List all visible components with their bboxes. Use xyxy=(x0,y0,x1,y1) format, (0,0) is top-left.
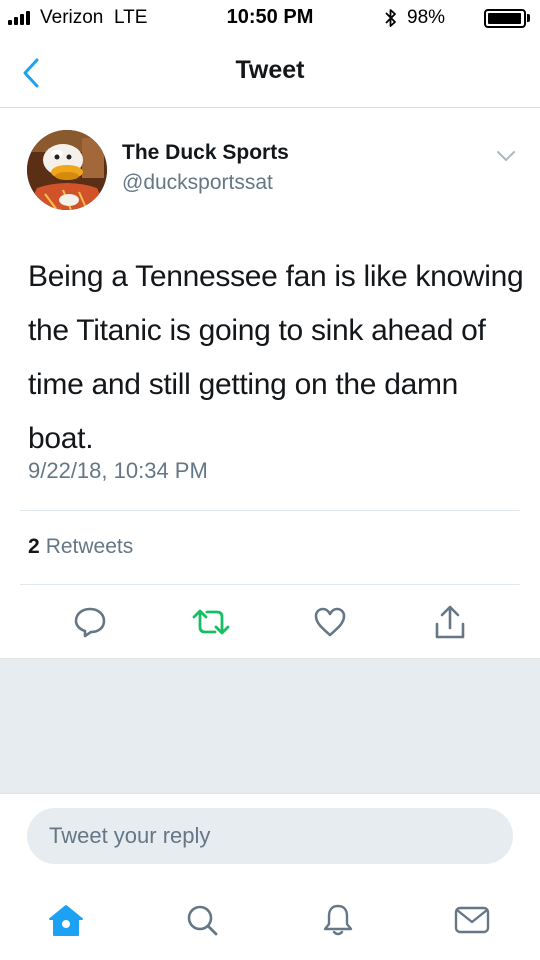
reply-icon xyxy=(74,607,106,638)
tab-home[interactable] xyxy=(42,896,90,944)
search-icon xyxy=(187,905,218,936)
divider xyxy=(20,584,520,585)
tweet-action-bar xyxy=(0,600,540,650)
duck-avatar-image xyxy=(27,130,107,210)
tab-search[interactable] xyxy=(178,896,226,944)
reply-button[interactable] xyxy=(68,600,112,644)
share-button[interactable] xyxy=(428,600,472,644)
reply-input[interactable]: Tweet your reply xyxy=(27,808,513,864)
share-icon xyxy=(435,605,465,639)
like-button[interactable] xyxy=(308,600,352,644)
retweet-label: Retweets xyxy=(45,535,134,558)
more-options-button[interactable] xyxy=(494,146,518,166)
tweet-text: Being a Tennessee fan is like knowing th… xyxy=(28,260,524,455)
bottom-tab-bar xyxy=(0,880,540,960)
reply-placeholder: Tweet your reply xyxy=(49,823,211,848)
heart-icon xyxy=(314,607,346,637)
battery-icon xyxy=(484,9,526,28)
divider xyxy=(20,510,520,511)
tab-notifications[interactable] xyxy=(314,896,362,944)
author-handle[interactable]: @ducksportssat xyxy=(122,171,273,195)
chevron-down-icon xyxy=(497,151,515,161)
page-title: Tweet xyxy=(235,56,305,84)
bluetooth-icon xyxy=(385,9,396,27)
status-time: 10:50 PM xyxy=(226,6,314,28)
mail-icon xyxy=(454,906,490,934)
navigation-header: Tweet xyxy=(0,36,540,108)
retweet-stats[interactable]: 2 Retweets xyxy=(28,535,133,559)
bell-icon xyxy=(323,904,353,936)
retweet-icon xyxy=(192,609,230,635)
author-display-name[interactable]: The Duck Sports xyxy=(122,141,289,165)
tweet-timestamp: 9/22/18, 10:34 PM xyxy=(28,458,208,483)
battery-percentage: 98% xyxy=(407,7,446,28)
retweet-count: 2 xyxy=(28,535,40,558)
retweet-button[interactable] xyxy=(189,600,233,644)
status-bar: Verizon LTE 10:50 PM 98% xyxy=(0,0,540,36)
tab-messages[interactable] xyxy=(448,896,496,944)
empty-replies-area xyxy=(0,658,540,794)
home-icon xyxy=(49,905,83,936)
avatar[interactable] xyxy=(27,130,107,210)
